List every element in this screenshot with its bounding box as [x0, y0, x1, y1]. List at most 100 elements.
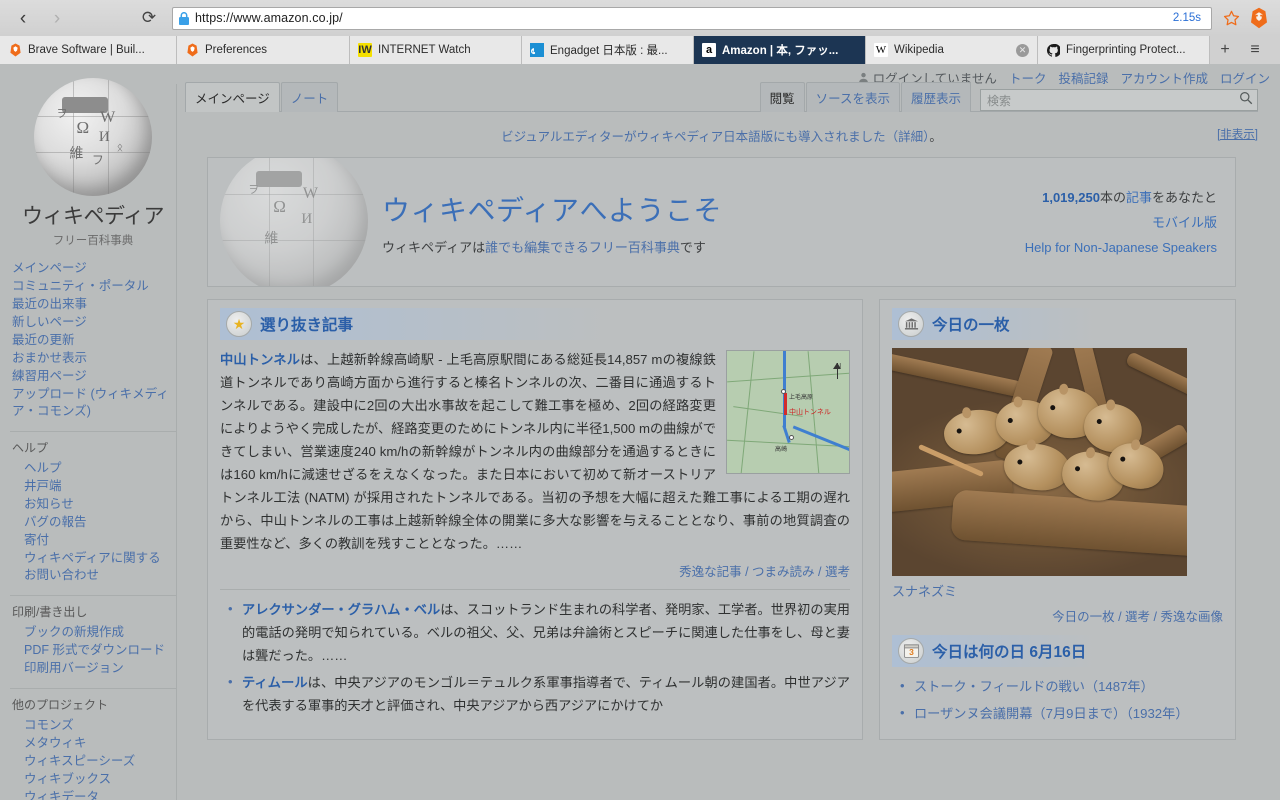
sitenotice-dismiss-link[interactable]: [非表示]	[1217, 126, 1258, 142]
sitenotice-detail-link[interactable]: （詳細）	[886, 130, 930, 144]
sidebar-item-download-pdf[interactable]: PDF 形式でダウンロード	[10, 642, 170, 660]
browser-tab-brave-software[interactable]: Brave Software | Buil...	[0, 36, 177, 64]
browser-tab-preferences[interactable]: Preferences	[177, 36, 350, 64]
wikipedia-wordmark: ウィキペディア	[21, 204, 165, 228]
museum-icon	[898, 311, 924, 337]
search-icon[interactable]	[1239, 91, 1253, 110]
main-columns: ★ 選り抜き記事 上毛高原 中山トンネル 高崎 N 中山トンネルは、上越新幹線高…	[207, 299, 1236, 740]
sitenotice-main-link[interactable]: ビジュアルエディターがウィキペディア日本語版にも導入されました	[501, 130, 886, 144]
browser-tab-wikipedia[interactable]: W Wikipedia ✕	[866, 36, 1038, 64]
welcome-sub-prefix: ウィキペディアは	[382, 239, 486, 255]
sidebar: Ω W И 維 フ ヲ ᛟ ウィキペディア フリー百科事典 メインページ コミュ…	[0, 64, 176, 800]
browser-tab-amazon[interactable]: a Amazon | 本, ファッ...	[694, 36, 866, 64]
browser-tab-fingerprinting-protection[interactable]: Fingerprinting Protect...	[1038, 36, 1210, 64]
mobile-version-link[interactable]: モバイル版	[1152, 215, 1217, 230]
on-this-day-list: ストーク・フィールドの戦い（1487年） ローザンヌ会議開幕（7月9日まで）（1…	[892, 674, 1223, 725]
tab-read[interactable]: 閲覧	[759, 82, 805, 112]
url-text: https://www.amazon.co.jp/	[195, 11, 343, 25]
article-count-link[interactable]: 記事	[1126, 190, 1152, 205]
welcome-sub-link-editable[interactable]: 誰でも編集できる	[485, 240, 589, 255]
sidebar-item-bug-report[interactable]: バグの報告	[10, 514, 170, 532]
browser-tab-engadget[interactable]: Engadget 日本版 : 最...	[522, 36, 694, 64]
welcome-sub-link-encyclopedia[interactable]: フリー百科事典	[589, 240, 680, 255]
list-item: ストーク・フィールドの戦い（1487年）	[896, 674, 1223, 698]
tab-main-page[interactable]: メインページ	[185, 82, 280, 112]
new-tab-button[interactable]: +	[1210, 36, 1240, 64]
sidebar-heading-other-projects: 他のプロジェクト	[12, 698, 109, 712]
sidebar-item-commons[interactable]: コモンズ	[10, 717, 170, 735]
article-count-line: 1,019,250本の記事をあなたと	[1025, 185, 1217, 210]
bullet-text-timur: は、中央アジアのモンゴル＝テュルク系軍事指導者で、ティムール朝の建国者。中世アジ…	[242, 675, 850, 713]
tab-label: Wikipedia	[894, 44, 944, 56]
bullet-term-timur[interactable]: ティムール	[242, 675, 308, 690]
sidebar-item-contact[interactable]: ウィキペディアに関するお問い合わせ	[10, 550, 170, 585]
sidebar-heading-print-export: 印刷/書き出し	[12, 605, 88, 619]
globe-glyph: 維	[264, 232, 279, 248]
bullet-term-bell[interactable]: アレクサンダー・グラハム・ベル	[242, 602, 440, 617]
tab-view-history[interactable]: 履歴表示	[900, 82, 971, 112]
reload-button[interactable]: ⟳	[134, 3, 164, 33]
bookmark-star-icon[interactable]	[1218, 10, 1244, 27]
sidebar-item-announcements[interactable]: お知らせ	[10, 496, 170, 514]
sidebar-item-create-book[interactable]: ブックの新規作成	[10, 624, 170, 642]
link-browse[interactable]: つまみ読み	[752, 565, 815, 579]
link-potd[interactable]: 今日の一枚	[1052, 610, 1115, 624]
sidebar-item-metawiki[interactable]: メタウィキ	[10, 735, 170, 753]
list-item: ローザンヌ会議開幕（7月9日まで）（1932年）	[896, 701, 1223, 725]
browser-tab-internet-watch[interactable]: IW INTERNET Watch	[350, 36, 522, 64]
sidebar-item-new-pages[interactable]: 新しいページ	[10, 314, 170, 332]
link-potd-selection[interactable]: 選考	[1125, 610, 1150, 624]
sidebar-item-community-portal[interactable]: コミュニティ・ポータル	[10, 278, 170, 296]
on-this-day-date: 6月16日	[1029, 644, 1087, 661]
on-this-day-item-2[interactable]: ローザンヌ会議開幕（7月9日まで）（1932年）	[914, 706, 1189, 721]
tab-talk[interactable]: ノート	[280, 82, 339, 112]
sidebar-item-random-page[interactable]: おまかせ表示	[10, 350, 170, 368]
help-non-japanese-link[interactable]: Help for Non-Japanese Speakers	[1025, 240, 1217, 255]
brave-lion-icon[interactable]	[1244, 7, 1274, 29]
sidebar-item-wikibooks[interactable]: ウィキブックス	[10, 771, 170, 789]
sidebar-heading-help: ヘルプ	[12, 441, 49, 455]
sidebar-section-help: ヘルプ ヘルプ 井戸端 お知らせ バグの報告 寄付 ウィキペディアに関するお問い…	[10, 431, 176, 585]
potd-footer-links: 今日の一枚 / 選考 / 秀逸な画像	[1052, 610, 1223, 624]
sidebar-item-current-events[interactable]: 最近の出来事	[10, 296, 170, 314]
link-featured-pictures[interactable]: 秀逸な画像	[1160, 610, 1223, 624]
sidebar-item-sandbox[interactable]: 練習用ページ	[10, 368, 170, 386]
sidebar-item-wikispecies[interactable]: ウィキスピーシーズ	[10, 753, 170, 771]
address-bar[interactable]: https://www.amazon.co.jp/ 2.15s	[172, 6, 1212, 30]
link-featured-articles[interactable]: 秀逸な記事	[679, 565, 742, 579]
globe-glyph: 維	[69, 146, 84, 162]
sitenotice-period: 。	[929, 130, 942, 144]
wikipedia-tagline: フリー百科事典	[52, 235, 134, 247]
tab-strip: Brave Software | Buil... Preferences IW …	[0, 36, 1280, 64]
sidebar-item-upload-commons[interactable]: アップロード (ウィキメディア・コモンズ)	[10, 386, 170, 421]
tab-label: Amazon | 本, ファッ...	[722, 45, 839, 57]
sidebar-item-donate[interactable]: 寄付	[10, 532, 170, 550]
lock-icon	[179, 11, 189, 25]
picture-of-the-day-image[interactable]	[892, 348, 1187, 576]
globe-glyph: W	[302, 185, 318, 203]
forward-button[interactable]: ›	[40, 3, 74, 33]
globe-glyph: ヲ	[248, 184, 260, 197]
github-icon	[1046, 43, 1060, 57]
featured-divider	[220, 589, 850, 590]
sidebar-item-village-pump[interactable]: 井戸端	[10, 478, 170, 496]
sidebar-item-recent-changes[interactable]: 最近の更新	[10, 332, 170, 350]
sidebar-section-other-projects: 他のプロジェクト コモンズ メタウィキ ウィキスピーシーズ ウィキブックス ウィ…	[10, 688, 176, 800]
featured-article-body: 上毛高原 中山トンネル 高崎 N 中山トンネルは、上越新幹線高崎駅 - 上毛高原…	[220, 348, 850, 555]
browser-menu-button[interactable]: ≡	[1240, 36, 1270, 64]
sidebar-item-help[interactable]: ヘルプ	[10, 460, 170, 478]
engadget-icon	[530, 43, 544, 57]
close-tab-icon[interactable]: ✕	[1016, 43, 1029, 57]
featured-lead-term[interactable]: 中山トンネル	[220, 352, 300, 367]
link-selection[interactable]: 選考	[825, 565, 850, 579]
sidebar-item-main-page[interactable]: メインページ	[10, 260, 170, 278]
back-button[interactable]: ‹	[6, 3, 40, 33]
tab-view-source[interactable]: ソースを表示	[805, 82, 900, 112]
potd-caption-link[interactable]: スナネズミ	[892, 584, 957, 599]
map-thumbnail[interactable]: 上毛高原 中山トンネル 高崎 N	[726, 350, 850, 474]
search-input[interactable]: 検索	[980, 89, 1258, 111]
on-this-day-item-1[interactable]: ストーク・フィールドの戦い（1487年）	[914, 679, 1154, 694]
sidebar-item-wikidata[interactable]: ウィキデータ	[10, 789, 170, 800]
wikipedia-globe-icon[interactable]: Ω W И 維 フ ヲ ᛟ ウィキペディア フリー百科事典	[18, 78, 168, 248]
sidebar-item-printable-version[interactable]: 印刷用バージョン	[10, 660, 170, 678]
